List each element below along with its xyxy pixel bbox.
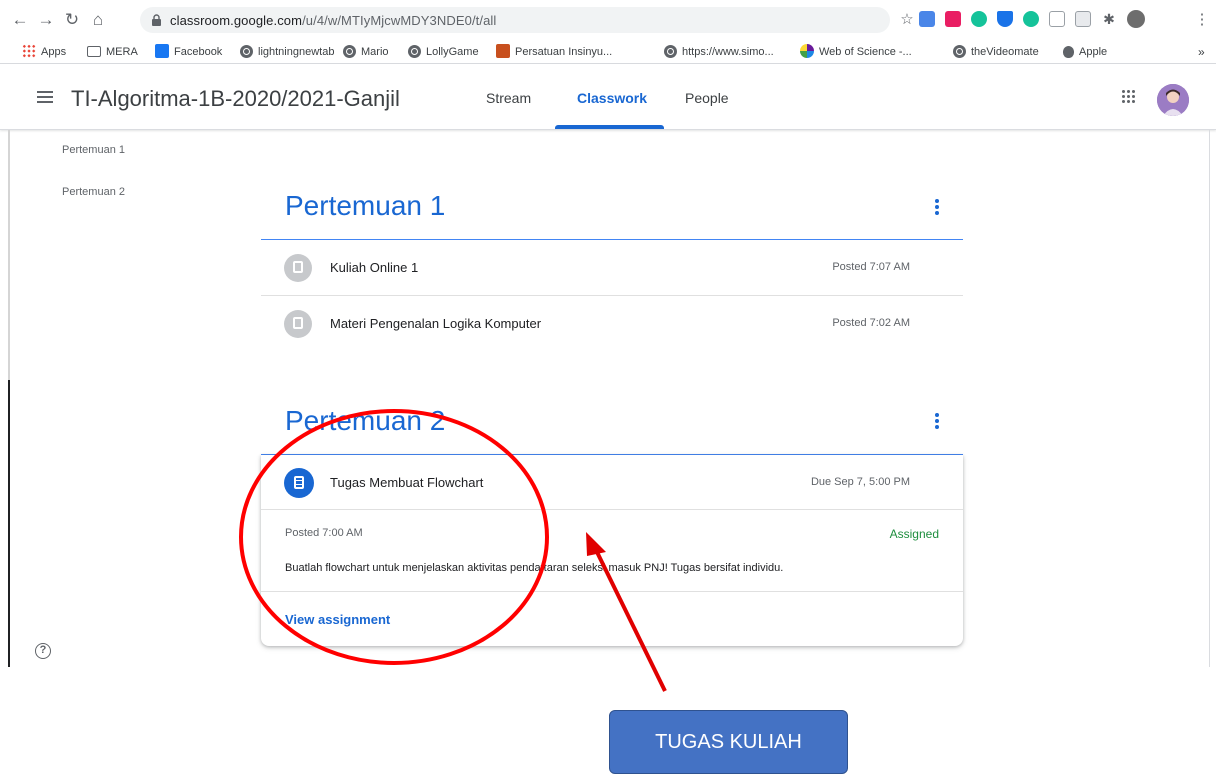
back-arrow-icon[interactable]: ← bbox=[10, 10, 30, 30]
grammarly-extension-icon[interactable] bbox=[971, 11, 987, 27]
item-title: Kuliah Online 1 bbox=[330, 260, 419, 275]
sidebar-topic-pertemuan-1[interactable]: Pertemuan 1 bbox=[62, 144, 125, 156]
globe-icon bbox=[664, 45, 677, 58]
assignment-status: Assigned bbox=[889, 527, 939, 541]
url-host: classroom.google.com bbox=[170, 13, 303, 28]
assignment-icon bbox=[284, 468, 314, 498]
globe-icon bbox=[953, 45, 966, 58]
apps-grid-icon bbox=[22, 44, 36, 58]
tab-classwork[interactable]: Classwork bbox=[577, 90, 647, 106]
assignment-posted-time: Posted 7:00 AM bbox=[285, 527, 363, 539]
material-icon bbox=[284, 310, 312, 338]
forward-arrow-icon[interactable]: → bbox=[36, 10, 56, 30]
assignment-header[interactable]: Tugas Membuat Flowchart Due Sep 7, 5:00 … bbox=[261, 455, 963, 510]
list-item[interactable]: Materi Pengenalan Logika Komputer Posted… bbox=[261, 296, 963, 352]
content-edge bbox=[1209, 130, 1210, 667]
topic-more-icon[interactable] bbox=[933, 199, 941, 217]
bookmark-persatuan-insinyur[interactable]: Persatuan Insinyu... bbox=[496, 44, 612, 60]
list-item[interactable]: Kuliah Online 1 Posted 7:07 AM bbox=[261, 240, 963, 296]
pii-logo-icon bbox=[496, 44, 510, 58]
home-icon[interactable]: ⌂ bbox=[88, 10, 108, 30]
annotation-callout: TUGAS KULIAH bbox=[609, 710, 848, 774]
address-bar[interactable]: classroom.google.com/u/4/w/MTIyMjcwMDY3N… bbox=[140, 7, 890, 33]
bookmark-label: https://www.simo... bbox=[682, 46, 774, 58]
assignment-card: Tugas Membuat Flowchart Due Sep 7, 5:00 … bbox=[261, 455, 963, 646]
scroll-edge bbox=[8, 130, 10, 380]
class-title[interactable]: TI-Algoritma-1B-2020/2021-Ganjil bbox=[71, 86, 400, 112]
classroom-header: TI-Algoritma-1B-2020/2021-Ganjil Stream … bbox=[0, 64, 1216, 130]
tab-stream[interactable]: Stream bbox=[486, 90, 531, 106]
globe-icon bbox=[408, 45, 421, 58]
topic-more-icon[interactable] bbox=[933, 413, 941, 431]
folder-icon bbox=[87, 46, 101, 57]
document-extension-icon[interactable] bbox=[1049, 11, 1065, 27]
more-vertical-icon[interactable]: ⋮ bbox=[1192, 10, 1212, 30]
lock-icon bbox=[152, 14, 161, 26]
bookmarks-bar: Apps MERA Facebook lightningnewtab Mario… bbox=[0, 40, 1216, 64]
active-tab-indicator bbox=[555, 125, 664, 129]
bookmark-label: Persatuan Insinyu... bbox=[515, 46, 613, 58]
bookmark-lollygame[interactable]: LollyGame bbox=[408, 44, 479, 60]
bookmark-apple[interactable]: Apple bbox=[1063, 44, 1107, 60]
help-icon[interactable]: ? bbox=[35, 643, 51, 659]
item-posted-time: Posted 7:02 AM bbox=[832, 317, 910, 329]
reload-icon[interactable]: ↻ bbox=[62, 10, 82, 30]
topic-title: Pertemuan 2 bbox=[285, 405, 446, 436]
bookmark-label: LollyGame bbox=[426, 46, 479, 58]
bookmark-lightningnewtab[interactable]: lightningnewtab bbox=[240, 44, 334, 60]
bookmark-apps[interactable]: Apps bbox=[22, 44, 66, 60]
profile-avatar-icon[interactable] bbox=[1127, 10, 1145, 28]
bookmarks-overflow-icon[interactable]: » bbox=[1198, 44, 1205, 60]
item-title: Materi Pengenalan Logika Komputer bbox=[330, 316, 542, 331]
bookmark-simo[interactable]: https://www.simo... bbox=[664, 44, 774, 60]
assignment-due-date: Due Sep 7, 5:00 PM bbox=[810, 476, 910, 488]
url-path: /u/4/w/MTIyMjcwMDY3NDE0/t/all bbox=[302, 13, 497, 28]
assignment-title: Tugas Membuat Flowchart bbox=[330, 475, 484, 490]
globe-icon bbox=[343, 45, 356, 58]
translate-extension-icon[interactable] bbox=[919, 11, 935, 27]
topic-title: Pertemuan 1 bbox=[285, 190, 446, 221]
globe-icon bbox=[240, 45, 253, 58]
web-of-science-icon bbox=[800, 44, 814, 58]
bookmark-mario[interactable]: Mario bbox=[343, 44, 389, 60]
apple-icon bbox=[1063, 46, 1074, 58]
scroll-edge-dark bbox=[8, 380, 10, 667]
bookmark-label: Apps bbox=[41, 46, 67, 58]
bookmark-label: lightningnewtab bbox=[258, 46, 335, 58]
bookmark-label: Facebook bbox=[174, 46, 223, 58]
sidebar-topic-pertemuan-2[interactable]: Pertemuan 2 bbox=[62, 186, 125, 198]
user-avatar[interactable] bbox=[1157, 84, 1189, 116]
bookmark-facebook[interactable]: Facebook bbox=[155, 44, 222, 60]
tab-people[interactable]: People bbox=[685, 90, 729, 106]
s-extension-icon[interactable] bbox=[1075, 11, 1091, 27]
bookmark-web-of-science[interactable]: Web of Science -... bbox=[800, 44, 912, 60]
view-assignment-link[interactable]: View assignment bbox=[285, 612, 390, 627]
browser-toolbar: ← → ↻ ⌂ classroom.google.com/u/4/w/MTIyM… bbox=[0, 0, 1216, 40]
bookmark-label: MERA bbox=[106, 46, 138, 58]
grammarly-go-extension-icon[interactable] bbox=[1023, 11, 1039, 27]
mendeley-extension-icon[interactable] bbox=[945, 11, 961, 27]
bookmark-label: Mario bbox=[361, 46, 389, 58]
graduation-extension-icon[interactable] bbox=[997, 11, 1013, 27]
card-divider bbox=[261, 591, 963, 592]
hamburger-menu-icon[interactable] bbox=[37, 91, 53, 103]
bookmark-label: theVideomate bbox=[971, 46, 1039, 58]
bookmark-thevideomate[interactable]: theVideomate bbox=[953, 44, 1039, 60]
item-posted-time: Posted 7:07 AM bbox=[832, 261, 910, 273]
url-text: classroom.google.com/u/4/w/MTIyMjcwMDY3N… bbox=[170, 13, 496, 28]
bookmark-label: Apple bbox=[1079, 46, 1108, 58]
google-apps-icon[interactable] bbox=[1122, 90, 1136, 104]
assignment-description: Buatlah flowchart untuk menjelaskan akti… bbox=[285, 562, 784, 574]
bookmark-star-icon[interactable]: ☆ bbox=[897, 10, 917, 30]
material-icon bbox=[284, 254, 312, 282]
bookmark-mera[interactable]: MERA bbox=[87, 44, 138, 60]
bookmark-label: Web of Science -... bbox=[819, 46, 912, 58]
avatar-picture-icon bbox=[1157, 84, 1189, 116]
facebook-icon bbox=[155, 44, 169, 58]
puzzle-extensions-icon[interactable]: ✱ bbox=[1101, 11, 1117, 27]
